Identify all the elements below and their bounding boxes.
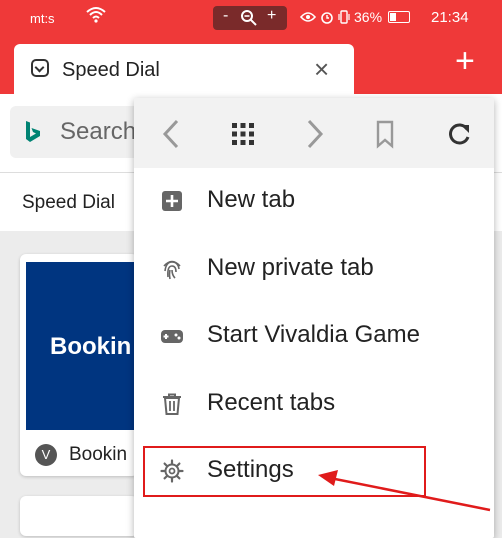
wifi-icon [86,7,106,23]
plus-square-icon [162,191,182,211]
card-label: Bookin [69,444,128,465]
bing-icon [26,121,40,142]
search-placeholder: Search [60,118,137,145]
close-tab-button[interactable]: × [314,54,329,85]
alarm-icon [321,12,333,24]
menu-item-new-tab[interactable]: New tab [134,168,494,234]
tab-speed-dial[interactable]: Speed Dial × [14,44,354,94]
tab-title: Speed Dial [62,59,160,81]
vivaldi-icon [31,59,49,77]
battery-percent: 36% [354,9,383,25]
speed-dial-tab[interactable]: Speed Dial [22,192,115,214]
magnifier-icon [241,10,257,26]
gamepad-icon [161,330,183,343]
clock: 21:34 [431,9,469,26]
card-thumbnail-text: Bookin [50,333,132,360]
bookmark-icon[interactable] [367,116,403,152]
search-input[interactable]: Search [10,106,150,158]
vibrate-icon [338,10,350,24]
speed-dial-card[interactable] [20,496,138,536]
zoom-in-button[interactable]: + [267,7,276,25]
card-favicon: V [35,444,57,466]
highlight-box [143,446,426,497]
menu-item-label: Recent tabs [207,389,336,416]
menu-item-recent-tabs[interactable]: Recent tabs [134,371,494,437]
zoom-out-button[interactable]: - [223,7,228,25]
tab-strip: Speed Dial × + [0,36,502,94]
trash-icon [163,393,181,415]
menu-item-new-private-tab[interactable]: New private tab [134,236,494,302]
back-icon[interactable] [154,116,190,152]
eye-icon [300,12,316,22]
system-icons: 36% [300,9,411,25]
menu-item-label: New private tab [207,254,374,281]
forward-icon[interactable] [296,116,332,152]
speed-dial-card-booking[interactable]: Bookin V Bookin [20,254,138,476]
menu-item-label: Start Vivaldia Game [207,321,420,348]
zoom-control: - + [213,6,287,30]
card-thumbnail: Bookin [26,262,138,430]
menu-nav-bar [134,98,494,168]
fingerprint-icon [163,260,181,280]
status-bar: mt:s - + 36% 21:34 [0,0,502,36]
battery-icon [388,11,411,23]
grid-icon[interactable] [225,116,261,152]
new-tab-button[interactable]: + [455,44,475,78]
menu-item-start-vivaldia-game[interactable]: Start Vivaldia Game [134,303,494,369]
menu-item-label: New tab [207,186,296,213]
reload-icon[interactable] [441,116,477,152]
carrier-label: mt:s [30,11,55,26]
